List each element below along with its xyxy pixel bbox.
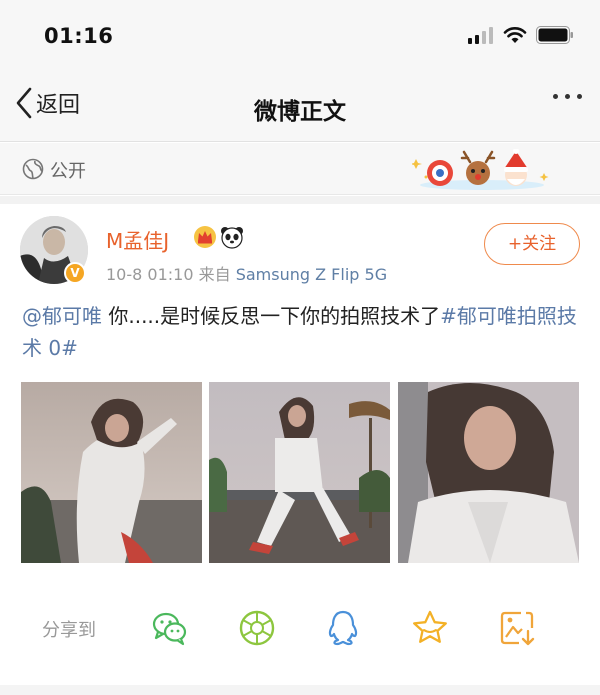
wifi-icon [503,27,527,43]
visibility-label: 公开 [50,161,86,182]
section-divider [0,196,600,204]
more-dots-icon[interactable] [553,94,582,99]
source-prefix: 来自 [198,265,231,284]
status-bar: 01:16 [0,0,600,72]
wechat-icon[interactable] [150,608,190,648]
moments-icon[interactable] [237,608,277,648]
visibility-row: 公开 [0,143,600,195]
save-image-icon[interactable] [497,608,537,648]
status-icons [468,26,574,44]
post-photo-3[interactable] [398,382,579,563]
author-badges [193,225,244,249]
crown-icon [194,226,216,248]
post-time: 10-8 01:10 [106,265,194,284]
post-photo-1[interactable] [21,382,202,563]
follow-button[interactable]: +关注 [484,223,580,265]
mention-link[interactable]: @郁可唯 [22,304,102,328]
panda-icon [221,227,243,249]
bottom-bar [0,685,600,695]
post-meta: 10-8 01:10 来自 Samsung Z Flip 5G [106,261,387,285]
qq-icon[interactable] [323,608,363,648]
author-name[interactable]: M孟佳J [106,225,169,254]
page-title: 微博正文 [254,99,346,125]
globe-icon [22,158,44,180]
nav-bar: 返回 微博正文 [0,72,600,142]
status-time: 01:16 [44,24,114,48]
post-photo-2[interactable] [209,382,390,563]
verified-badge: V [64,262,86,284]
post-body: 你.....是时候反思一下你的拍照技术了 [102,304,441,328]
share-row: 分享到 [0,600,600,656]
signal-icon [468,27,493,44]
post-source[interactable]: Samsung Z Flip 5G [236,265,387,284]
christmas-decoration-icon [412,149,549,190]
share-label: 分享到 [42,620,96,641]
battery-icon [536,26,573,44]
favorite-icon[interactable] [410,608,450,648]
post-text: @郁可唯 你.....是时候反思一下你的拍照技术了#郁可唯拍照技术 0# [22,300,582,364]
